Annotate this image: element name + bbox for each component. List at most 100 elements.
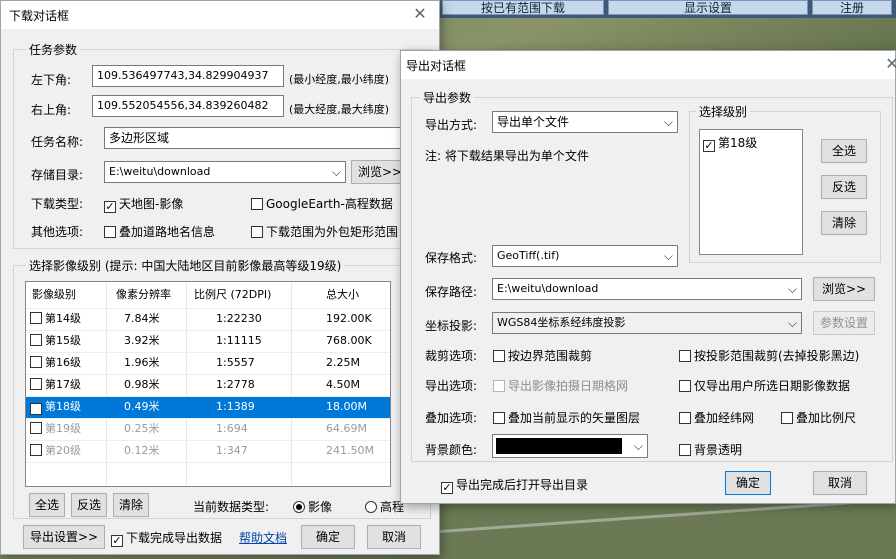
level-select-all-button[interactable]: 全选 [821, 139, 867, 163]
table-row[interactable]: 第15级 3.92米 1:11115 768.00K [26, 330, 390, 352]
overlay-graticule-checkbox[interactable]: 叠加经纬网 [679, 409, 754, 426]
checkbox-icon[interactable] [30, 378, 42, 390]
checkbox-icon [493, 412, 505, 424]
chevron-down-icon[interactable]: ⌵ [332, 162, 341, 182]
select-all-button[interactable]: 全选 [29, 493, 65, 517]
download-dialog-titlebar[interactable]: 下载对话框 ✕ [1, 1, 439, 29]
checkbox-checked-icon: ✓ [111, 534, 123, 547]
level-label: 第16级 [45, 356, 81, 369]
table-row[interactable]: 第19级 0.25米 1:694 64.69M [26, 418, 390, 440]
download-dialog: 下载对话框 ✕ 任务参数 左下角: 109.536497743,34.82990… [0, 0, 440, 555]
level-cell[interactable]: 第19级 [30, 418, 81, 440]
level-item-18[interactable]: ✓ 第18级 [703, 134, 757, 152]
level-cell[interactable]: 第20级 [30, 440, 81, 462]
chevron-down-icon[interactable]: ⌵ [664, 112, 673, 132]
range-download-button[interactable]: 按已有范围下载 [442, 0, 604, 15]
header-scale: 比例尺 (72DPI) [194, 288, 272, 301]
radio-elevation[interactable]: 高程 [365, 498, 404, 515]
level-cell[interactable]: ✓ 第18级 [30, 396, 81, 418]
road-names-checkbox[interactable]: 叠加道路地名信息 [104, 223, 215, 240]
level-clear-button[interactable]: 清除 [821, 211, 867, 235]
export-on-finish-checkbox[interactable]: ✓ 下载完成导出数据 [111, 529, 222, 547]
capture-date-label: 导出影像拍摄日期格网 [508, 379, 629, 393]
storage-dir-combo[interactable]: E:\weitu\download ⌵ [104, 161, 346, 183]
checkbox-checked-icon: ✓ [104, 200, 116, 213]
table-row[interactable]: 第20级 0.12米 1:347 241.50M [26, 440, 390, 462]
bbox-checkbox[interactable]: 下载范围为外包矩形范围 [251, 223, 398, 240]
export-browse-button[interactable]: 浏览>> [813, 277, 875, 301]
checkbox-icon [104, 226, 116, 238]
table-row[interactable]: ✓ 第18级 0.49米 1:1389 18.00M [26, 396, 390, 418]
clip-label: 裁剪选项: [425, 349, 478, 363]
user-dates-checkbox[interactable]: 仅导出用户所选日期影像数据 [679, 377, 850, 394]
level-cell[interactable]: 第14级 [30, 308, 81, 330]
clear-button[interactable]: 清除 [113, 493, 149, 517]
save-format-combo[interactable]: GeoTiff(.tif) ⌵ [492, 245, 678, 267]
level-list[interactable]: ✓ 第18级 [699, 129, 803, 255]
table-row[interactable]: 第14级 7.84米 1:22230 192.00K [26, 308, 390, 330]
resolution-cell: 0.12米 [124, 444, 160, 457]
scale-cell: 1:22230 [216, 312, 262, 325]
radio-image[interactable]: 影像 [293, 498, 332, 515]
download-type-label: 下载类型: [31, 197, 84, 211]
upper-right-input[interactable]: 109.552054556,34.839260482 [92, 95, 284, 117]
level-invert-button[interactable]: 反选 [821, 175, 867, 199]
level-cell[interactable]: 第16级 [30, 352, 81, 374]
projection-combo[interactable]: WGS84坐标系经纬度投影 ⌵ [492, 312, 802, 334]
storage-dir-label: 存储目录: [31, 168, 84, 182]
checkbox-icon[interactable] [30, 422, 42, 434]
checkbox-checked-icon[interactable]: ✓ [30, 403, 42, 415]
invert-button[interactable]: 反选 [71, 493, 107, 517]
overlay-vectors-checkbox[interactable]: 叠加当前显示的矢量图层 [493, 409, 640, 426]
export-settings-button[interactable]: 导出设置>> [23, 525, 105, 549]
type-google-checkbox[interactable]: GoogleEarth-高程数据 [251, 195, 393, 212]
open-dir-label: 导出完成后打开导出目录 [456, 478, 589, 492]
level-cell[interactable]: 第15级 [30, 330, 81, 352]
save-path-combo[interactable]: E:\weitu\download ⌵ [492, 278, 802, 300]
open-dir-checkbox[interactable]: ✓ 导出完成后打开导出目录 [441, 476, 588, 494]
capture-date-checkbox[interactable]: 导出影像拍摄日期格网 [493, 377, 628, 394]
export-mode-combo[interactable]: 导出单个文件 ⌵ [492, 111, 678, 133]
export-dialog-titlebar[interactable]: 导出对话框 ✕ [401, 51, 896, 79]
level-label: 第15级 [45, 334, 81, 347]
help-link[interactable]: 帮助文档 [239, 529, 287, 546]
row-divider [26, 352, 390, 353]
chevron-down-icon[interactable]: ⌵ [788, 313, 797, 333]
level-cell[interactable]: 第17级 [30, 374, 81, 396]
lower-left-input[interactable]: 109.536497743,34.829904937 [92, 65, 284, 87]
row-divider [26, 396, 390, 397]
export-cancel-button[interactable]: 取消 [813, 471, 867, 495]
close-icon[interactable]: ✕ [881, 54, 896, 73]
upper-right-hint: (最大经度,最大纬度) [289, 103, 390, 116]
level-label: 第18级 [45, 400, 81, 413]
scale-cell: 1:11115 [216, 334, 262, 347]
task-name-input[interactable]: 多边形区域 [104, 127, 404, 149]
projection-settings-button[interactable]: 参数设置 [813, 311, 875, 335]
checkbox-icon[interactable] [30, 444, 42, 456]
table-row[interactable]: 第16级 1.96米 1:5557 2.25M [26, 352, 390, 374]
bg-color-combo[interactable]: ⌵ [492, 434, 648, 458]
export-ok-button[interactable]: 确定 [725, 471, 771, 495]
type-tianditu-checkbox[interactable]: ✓ 天地图-影像 [104, 195, 183, 213]
overlay-scale-checkbox[interactable]: 叠加比例尺 [781, 409, 856, 426]
checkbox-icon[interactable] [30, 334, 42, 346]
level-label: 第19级 [45, 422, 81, 435]
display-settings-button[interactable]: 显示设置 [608, 0, 808, 15]
chevron-down-icon[interactable]: ⌵ [788, 279, 797, 299]
bg-transparent-checkbox[interactable]: 背景透明 [679, 441, 742, 458]
save-format-value: GeoTiff(.tif) [497, 249, 560, 262]
checkbox-checked-icon: ✓ [703, 139, 715, 152]
color-swatch [496, 438, 622, 454]
table-row[interactable]: 第17级 0.98米 1:2778 4.50M [26, 374, 390, 396]
cancel-button[interactable]: 取消 [367, 525, 421, 549]
clip-boundary-checkbox[interactable]: 按边界范围裁剪 [493, 347, 592, 364]
ok-button[interactable]: 确定 [301, 525, 355, 549]
chevron-down-icon[interactable]: ⌵ [664, 246, 673, 266]
satellite-map-area[interactable] [440, 500, 896, 559]
checkbox-icon[interactable] [30, 356, 42, 368]
close-icon[interactable]: ✕ [409, 4, 431, 23]
clip-projection-checkbox[interactable]: 按投影范围裁剪(去掉投影黑边) [679, 347, 859, 364]
checkbox-icon[interactable] [30, 312, 42, 324]
register-button[interactable]: 注册 [812, 0, 892, 15]
chevron-down-icon[interactable]: ⌵ [634, 435, 643, 457]
